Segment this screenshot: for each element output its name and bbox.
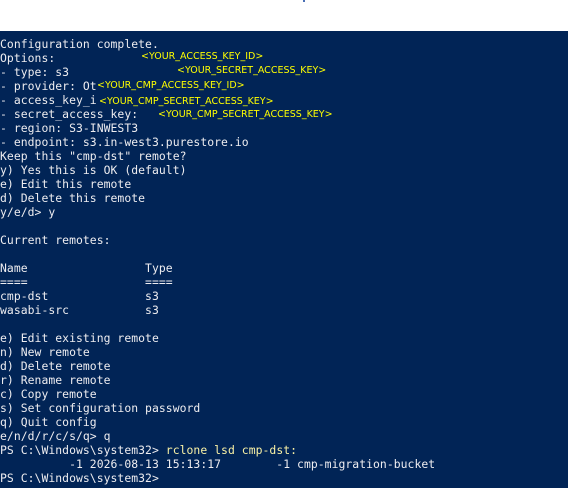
redaction-cmp-access-key-id: <YOUR_CMP_ACCESS_KEY_ID> xyxy=(97,80,245,91)
output-line-region: - region: S3-INWEST3 xyxy=(0,121,139,135)
remotes-table-row: cmp-dst s3 xyxy=(0,289,159,303)
redaction-access-key-id: <YOUR_ACCESS_KEY_ID> xyxy=(141,51,264,62)
bucket-listing-row: -1 2026-08-13 15:13:17 -1 cmp-migration-… xyxy=(0,457,436,471)
output-line-current-remotes: Current remotes: xyxy=(0,233,111,247)
menu-option-rename-remote: r) Rename remote xyxy=(0,373,111,387)
output-line-blank xyxy=(0,247,435,261)
bottom-white-strip xyxy=(0,488,568,502)
output-line-blank xyxy=(0,219,435,233)
remotes-table-rule: ==== ==== xyxy=(0,275,173,289)
output-line-option-edit: e) Edit this remote xyxy=(0,177,132,191)
screenshot-root: { "terminal": { "lines": [ {"text": "Con… xyxy=(0,0,568,502)
menu-option-new-remote: n) New remote xyxy=(0,345,90,359)
powershell-terminal[interactable]: Configuration complete. Options: - type:… xyxy=(0,31,568,488)
output-line-blank xyxy=(0,317,435,331)
redaction-cmp-secret-access-key-2: <YOUR_CMP_SECRET_ACCESS_KEY> xyxy=(158,109,333,120)
output-line-keep-remote: Keep this "cmp-dst" remote? xyxy=(0,149,187,163)
menu-option-quit-config: q) Quit config xyxy=(0,415,97,429)
shell-prompt-input[interactable]: PS C:\Windows\system32> xyxy=(0,471,435,485)
menu-option-set-password: s) Set configuration password xyxy=(0,401,201,415)
output-line-config-complete: Configuration complete. xyxy=(0,37,159,51)
menu-option-delete-remote: d) Delete remote xyxy=(0,359,111,373)
shell-prompt: PS C:\Windows\system32> xyxy=(0,443,166,457)
menu-option-edit-existing: e) Edit existing remote xyxy=(0,331,159,345)
top-edge-dot xyxy=(303,0,305,2)
redaction-secret-access-key: <YOUR_SECRET_ACCESS_KEY> xyxy=(177,65,327,76)
remotes-table-header: Name Type xyxy=(0,261,173,275)
prompt-line-with-command: PS C:\Windows\system32> rclone lsd cmp-d… xyxy=(0,443,435,457)
remotes-table-row: wasabi-src s3 xyxy=(0,303,159,317)
output-line-answer-q: e/n/d/r/c/s/q> q xyxy=(0,429,111,443)
menu-option-copy-remote: c) Copy remote xyxy=(0,387,97,401)
redaction-cmp-secret-access-key: <YOUR_CMP_SECRET_ACCESS_KEY> xyxy=(99,96,274,107)
output-line-option-yes: y) Yes this is OK (default) xyxy=(0,163,187,177)
output-line-option-delete: d) Delete this remote xyxy=(0,191,146,205)
output-line-endpoint: - endpoint: s3.in-west3.purestore.io xyxy=(0,135,249,149)
output-line-answer-y: y/e/d> y xyxy=(0,205,56,219)
rclone-command: rclone lsd cmp-dst: xyxy=(165,443,298,457)
